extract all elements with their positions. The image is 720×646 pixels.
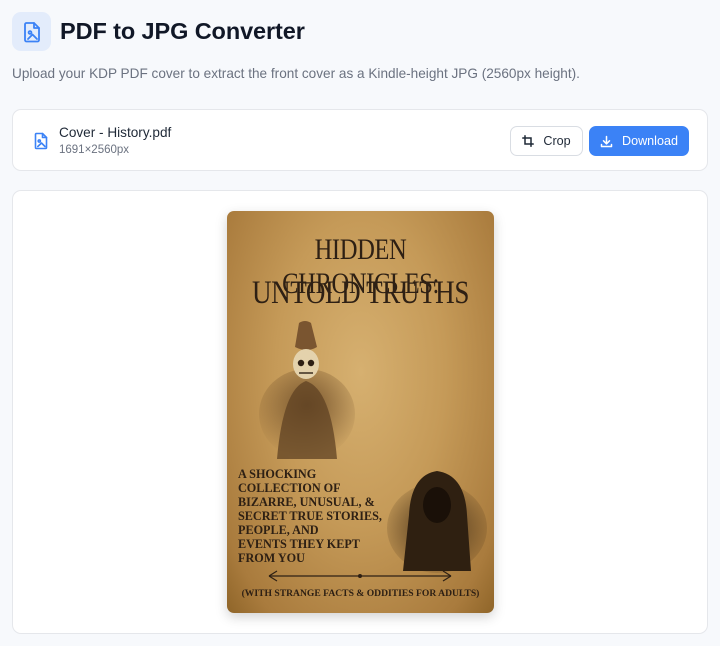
cover-title-line2: UNTOLD TRUTHS <box>252 275 469 311</box>
file-name: Cover - History.pdf <box>59 125 172 140</box>
cover-blurb-line: EVENTS THEY KEPT <box>238 537 360 551</box>
download-button[interactable]: Download <box>589 126 689 156</box>
download-icon <box>600 135 613 147</box>
cover-blurb-line: COLLECTION OF <box>238 481 341 495</box>
crop-button-label: Crop <box>543 134 571 148</box>
cover-blurb-line: FROM YOU <box>238 551 305 565</box>
cover-blurb-line: A SHOCKING <box>238 467 317 481</box>
page-title: PDF to JPG Converter <box>60 18 305 44</box>
preview-card: HIDDEN CHRONICLES: UNTOLD TRUTHS A SHOCK… <box>12 190 708 634</box>
hooded-figure-illustration <box>387 471 487 573</box>
cover-blurb-line: BIZARRE, UNUSUAL, & <box>238 495 375 509</box>
crop-button[interactable]: Crop <box>510 126 583 156</box>
cover-blurb-line: PEOPLE, AND <box>238 523 319 537</box>
cover-footer: (WITH STRANGE FACTS & ODDITIES FOR ADULT… <box>241 588 480 599</box>
file-card: Cover - History.pdf 1691×2560px Crop Dow… <box>12 109 708 171</box>
download-button-label: Download <box>621 134 678 148</box>
cover-blurb-line: SECRET TRUE STORIES, <box>238 509 382 523</box>
crop-icon <box>522 135 535 147</box>
cover-blurb: A SHOCKING COLLECTION OF BIZARRE, UNUSUA… <box>238 467 398 565</box>
cover-image: HIDDEN CHRONICLES: UNTOLD TRUTHS A SHOCK… <box>227 211 494 613</box>
file-image-icon <box>12 12 51 51</box>
ornament-divider <box>268 570 452 582</box>
skeleton-bishop-illustration <box>259 321 355 459</box>
file-dimensions: 1691×2560px <box>59 144 130 156</box>
file-image-icon <box>34 132 48 150</box>
page-header: PDF to JPG Converter <box>12 12 305 51</box>
page-subtitle: Upload your KDP PDF cover to extract the… <box>12 66 580 81</box>
